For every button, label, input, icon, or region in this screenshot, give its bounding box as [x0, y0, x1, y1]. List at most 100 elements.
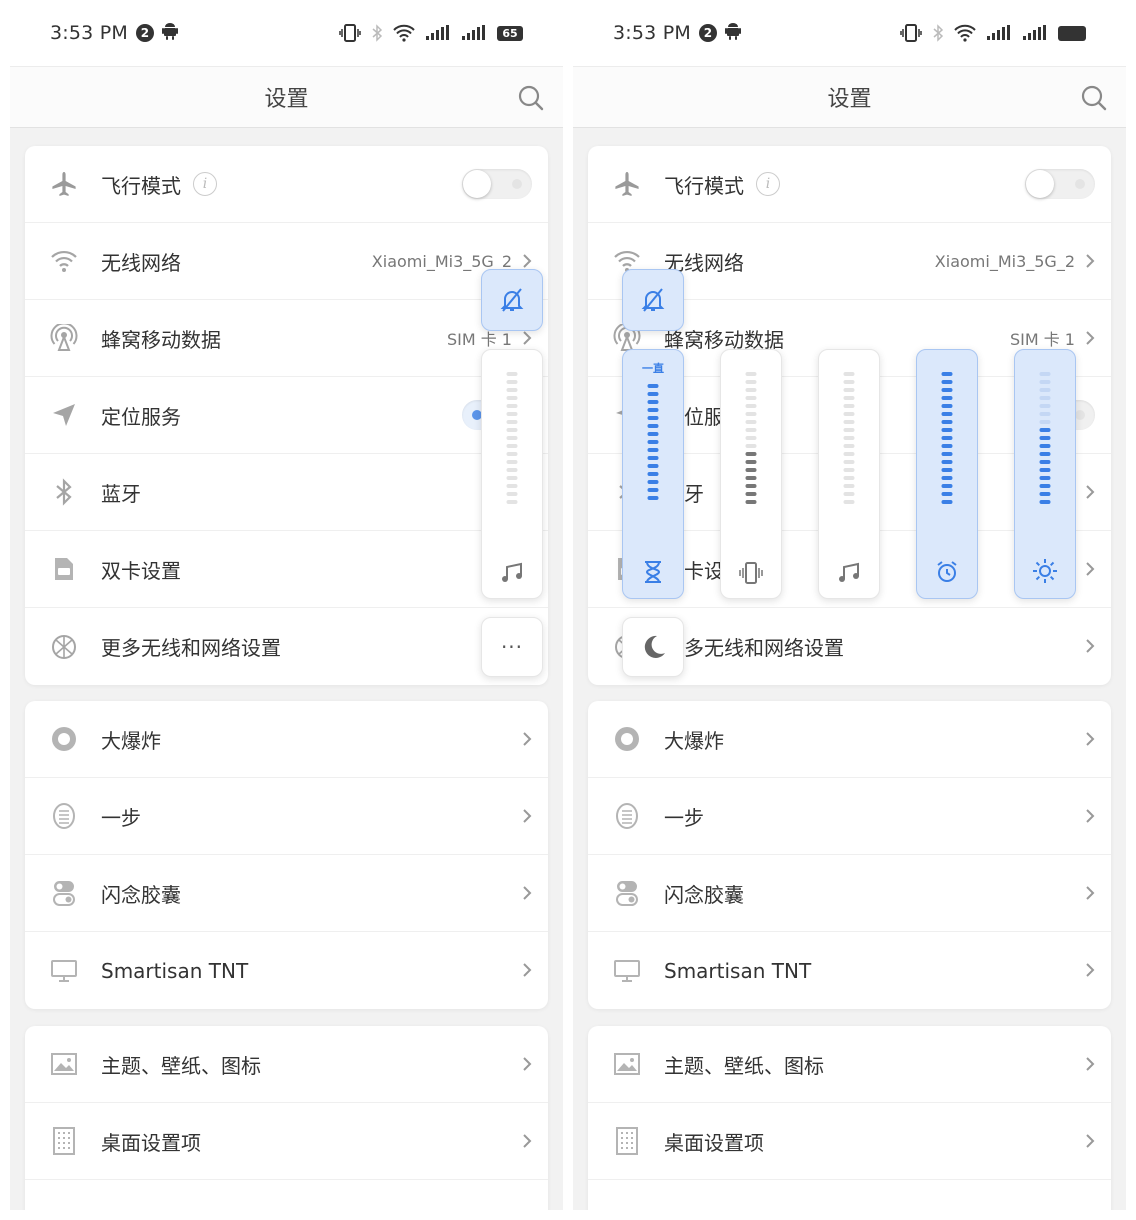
slider-tick: [1039, 428, 1051, 432]
sun-icon: [1033, 559, 1057, 583]
partial-row[interactable]: [25, 1180, 548, 1210]
slider-tick: [941, 412, 953, 416]
status-icons: [900, 24, 1086, 42]
slider-tick: [745, 468, 757, 472]
slider-tick: [1039, 404, 1051, 408]
slider-tick: [941, 436, 953, 440]
theme-wallpaper-label: 主题、壁纸、图标: [664, 1053, 824, 1078]
slider-tick: [843, 388, 855, 392]
night-mode-button[interactable]: [622, 617, 684, 677]
smartisan-tnt-row[interactable]: Smartisan TNT: [25, 932, 548, 1009]
slider-tick: [506, 404, 518, 408]
slider-tick: [745, 396, 757, 400]
slider-tick: [506, 460, 518, 464]
theme-wallpaper-row[interactable]: 主题、壁纸、图标: [588, 1026, 1111, 1103]
wifi-network-name: Xiaomi_Mi3_5G_2: [371, 251, 512, 271]
wifi-row[interactable]: 无线网络 Xiaomi_Mi3_5G_2: [25, 223, 548, 300]
bigbang-row[interactable]: 大爆炸: [588, 701, 1111, 778]
search-button[interactable]: [517, 84, 545, 116]
airplane-mode-row[interactable]: 飞行模式 i: [25, 146, 548, 223]
bigbang-label: 大爆炸: [664, 728, 724, 753]
monitor-icon: [49, 956, 79, 986]
slider-tick: [647, 416, 659, 420]
bell-off-icon: [641, 288, 665, 312]
status-time: 3:53 PM: [613, 22, 691, 44]
partial-row[interactable]: [588, 1180, 1111, 1210]
slider-tick: [1039, 492, 1051, 496]
slider-tick: [843, 412, 855, 416]
slider-tick: [506, 396, 518, 400]
bluetooth-row[interactable]: 蓝牙 已关: [25, 454, 548, 531]
chevron-right-icon: [1086, 254, 1095, 268]
media-volume-slider[interactable]: [818, 349, 880, 599]
status-icons: 65: [339, 24, 523, 42]
display-settings-card: 主题、壁纸、图标 桌面设置项: [25, 1026, 548, 1210]
chevron-right-icon: [523, 886, 532, 900]
slider-tick: [843, 444, 855, 448]
slider-tick: [745, 452, 757, 456]
media-volume-slider[interactable]: [481, 349, 543, 599]
desktop-settings-row[interactable]: 桌面设置项: [588, 1103, 1111, 1180]
bell-off-icon: [500, 288, 524, 312]
info-icon[interactable]: i: [756, 172, 780, 196]
slider-tick: [745, 436, 757, 440]
bigbang-row[interactable]: 大爆炸: [25, 701, 548, 778]
search-button[interactable]: [1080, 84, 1108, 116]
dnd-toggle-button[interactable]: [481, 269, 543, 331]
slider-tick: [843, 476, 855, 480]
bluetooth-label: 蓝牙: [101, 481, 141, 506]
android-icon: [161, 22, 178, 44]
smartisan-tnt-row[interactable]: Smartisan TNT: [588, 932, 1111, 1009]
battery-indicator: [1058, 25, 1086, 41]
slider-ticks: [843, 372, 855, 504]
info-icon[interactable]: i: [193, 172, 217, 196]
airplane-mode-label: 飞行模式: [664, 173, 744, 198]
dnd-toggle-button[interactable]: [622, 269, 684, 331]
dual-sim-row[interactable]: 双卡设置: [25, 531, 548, 608]
slider-tick: [1039, 388, 1051, 392]
slider-tick: [941, 372, 953, 376]
airplane-icon: [612, 169, 642, 199]
brightness-slider[interactable]: [1014, 349, 1076, 599]
slider-tick: [647, 392, 659, 396]
slider-tick: [745, 444, 757, 448]
slider-tick: [843, 380, 855, 384]
music-icon: [839, 562, 859, 582]
theme-wallpaper-row[interactable]: 主题、壁纸、图标: [25, 1026, 548, 1103]
signal-sim1-icon: [987, 25, 1010, 40]
onestep-icon: [612, 801, 642, 831]
bigbang-label: 大爆炸: [101, 728, 161, 753]
onestep-row[interactable]: 一步: [25, 778, 548, 855]
slider-tick: [941, 460, 953, 464]
slider-tick: [843, 484, 855, 488]
onestep-row[interactable]: 一步: [588, 778, 1111, 855]
slider-tick: [506, 372, 518, 376]
wifi-status-icon: [954, 24, 976, 42]
chevron-right-icon: [1086, 732, 1095, 746]
bigbang-icon: [612, 724, 642, 754]
chevron-right-icon: [1086, 331, 1095, 345]
chevron-right-icon: [523, 254, 532, 268]
slider-tick: [941, 468, 953, 472]
dnd-duration-slider[interactable]: 一直: [622, 349, 684, 599]
idea-capsule-row[interactable]: 闪念胶囊: [25, 855, 548, 932]
slider-tick: [647, 488, 659, 492]
airplane-mode-toggle[interactable]: [462, 169, 532, 199]
signal-sim2-icon: [1023, 25, 1046, 40]
desktop-settings-row[interactable]: 桌面设置项: [25, 1103, 548, 1180]
slider-tick: [941, 444, 953, 448]
alarm-volume-slider[interactable]: [916, 349, 978, 599]
bigbang-icon: [49, 724, 79, 754]
more-network-row[interactable]: 更多无线和网络设置: [25, 608, 548, 685]
slider-tick: [506, 412, 518, 416]
slider-tick: [843, 436, 855, 440]
slider-tick: [745, 460, 757, 464]
grid-icon: [612, 1126, 642, 1156]
vibrate-slider[interactable]: [720, 349, 782, 599]
airplane-mode-row[interactable]: 飞行模式 i: [588, 146, 1111, 223]
location-service-row[interactable]: 定位服务: [25, 377, 548, 454]
airplane-mode-toggle[interactable]: [1025, 169, 1095, 199]
more-options-button[interactable]: ···: [481, 617, 543, 677]
cellular-data-row[interactable]: 蜂窝移动数据 SIM 卡 1: [25, 300, 548, 377]
idea-capsule-row[interactable]: 闪念胶囊: [588, 855, 1111, 932]
